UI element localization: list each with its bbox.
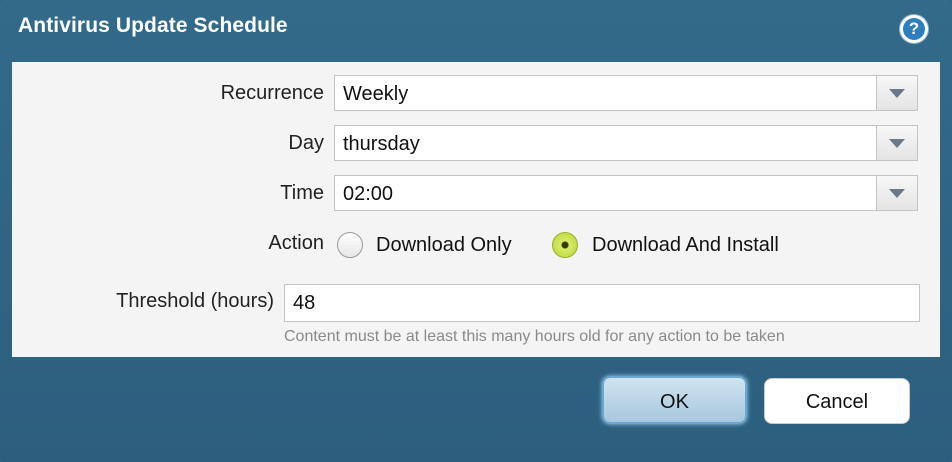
time-label: Time [280, 182, 324, 204]
day-select[interactable]: thursday [334, 125, 918, 161]
recurrence-select[interactable]: Weekly [334, 75, 918, 111]
recurrence-label: Recurrence [220, 82, 324, 104]
chevron-down-icon[interactable] [876, 176, 917, 210]
action-label: Action [268, 232, 324, 254]
threshold-field[interactable] [284, 284, 920, 322]
time-select[interactable]: 02:00 [334, 175, 918, 211]
chevron-down-icon[interactable] [876, 126, 917, 160]
radio-label-download-only[interactable]: Download Only [376, 234, 512, 257]
threshold-label: Threshold (hours) [116, 290, 274, 312]
form-panel: Recurrence Weekly Day thursday Time 02:0… [12, 62, 940, 357]
threshold-hint: Content must be at least this many hours… [284, 328, 785, 345]
dialog-title: Antivirus Update Schedule [18, 14, 288, 37]
help-icon[interactable]: ? [900, 15, 928, 43]
cancel-button[interactable]: Cancel [764, 378, 910, 424]
day-value: thursday [343, 133, 420, 155]
recurrence-value: Weekly [343, 83, 409, 105]
ok-button[interactable]: OK [602, 376, 747, 424]
radio-label-download-and-install[interactable]: Download And Install [592, 234, 779, 257]
threshold-input[interactable] [285, 285, 919, 321]
antivirus-update-schedule-dialog: Antivirus Update Schedule ? Recurrence W… [0, 0, 952, 462]
dialog-titlebar: Antivirus Update Schedule ? [0, 0, 952, 58]
radio-download-and-install[interactable] [552, 232, 578, 258]
radio-download-only[interactable] [337, 232, 363, 258]
help-glyph: ? [903, 18, 925, 40]
time-value: 02:00 [343, 183, 394, 205]
chevron-down-icon[interactable] [876, 76, 917, 110]
day-label: Day [288, 132, 324, 154]
